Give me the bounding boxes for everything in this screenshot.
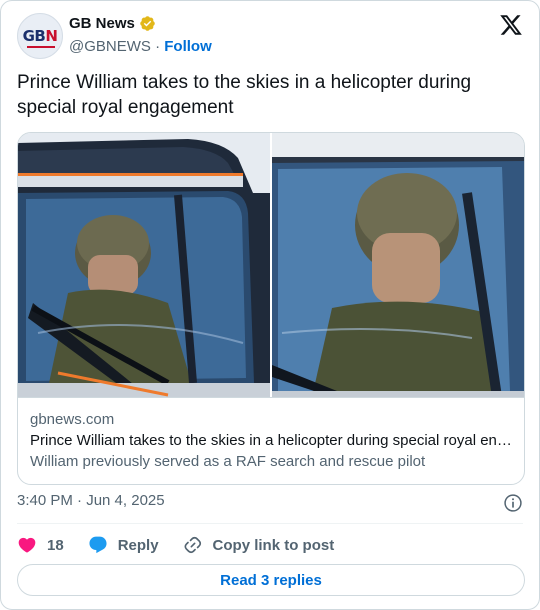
reply-label: Reply xyxy=(117,536,159,554)
follow-button[interactable]: Follow xyxy=(164,38,212,55)
copy-link-label: Copy link to post xyxy=(212,536,335,554)
helicopter-photo-right xyxy=(272,133,524,397)
meta-row: 3:40 PM · Jun 4, 2025 xyxy=(17,492,523,514)
handle-row: @GBNEWS · Follow xyxy=(69,38,212,55)
link-info[interactable]: gbnews.com Prince William takes to the s… xyxy=(18,397,524,484)
name-row: GB News xyxy=(69,15,156,32)
avatar[interactable]: GBN xyxy=(17,13,63,59)
read-replies-button[interactable]: Read 3 replies xyxy=(17,564,525,596)
link-description: William previously served as a RAF searc… xyxy=(30,453,426,470)
x-logo-icon[interactable] xyxy=(499,13,523,37)
link-domain: gbnews.com xyxy=(30,411,115,428)
action-bar: 18 Reply Copy link to post xyxy=(17,533,358,557)
verified-badge-icon xyxy=(140,16,155,31)
like-button[interactable]: 18 xyxy=(17,535,64,555)
reply-button[interactable]: Reply xyxy=(88,535,159,555)
heart-icon xyxy=(18,537,36,553)
post-header: GBN GB News @GBNEWS · Follow xyxy=(17,13,523,61)
divider xyxy=(17,523,523,524)
copy-link-button[interactable]: Copy link to post xyxy=(183,535,335,555)
preview-images[interactable] xyxy=(18,133,524,397)
speech-bubble-icon xyxy=(89,536,107,554)
like-count: 18 xyxy=(47,536,64,554)
handle[interactable]: @GBNEWS xyxy=(69,38,151,55)
info-icon[interactable] xyxy=(503,493,523,513)
timestamp[interactable]: 3:40 PM · Jun 4, 2025 xyxy=(17,492,165,509)
link-icon xyxy=(184,536,201,554)
post-text: Prince William takes to the skies in a h… xyxy=(17,72,472,118)
embedded-post-card: GBN GB News @GBNEWS · Follow Prince Will… xyxy=(0,0,540,610)
helicopter-photo-left xyxy=(18,133,270,397)
link-preview-card[interactable]: gbnews.com Prince William takes to the s… xyxy=(17,132,525,485)
display-name[interactable]: GB News xyxy=(69,15,135,32)
gb-news-logo: GBN xyxy=(22,27,58,45)
logo-underline xyxy=(27,46,55,48)
link-title: Prince William takes to the skies in a h… xyxy=(30,432,512,449)
separator: · xyxy=(155,38,161,55)
